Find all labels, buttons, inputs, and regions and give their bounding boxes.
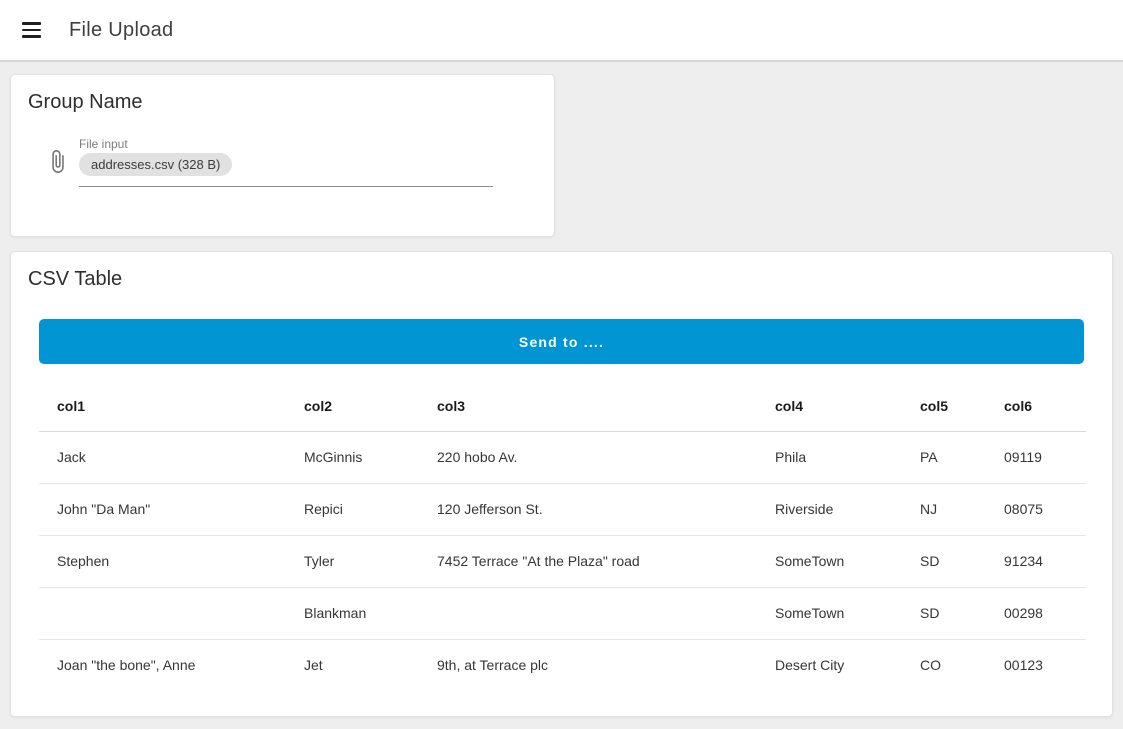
app-bar: File Upload (0, 0, 1123, 62)
send-to-button[interactable]: Send to .... (39, 319, 1084, 364)
table-cell (39, 587, 286, 639)
paperclip-icon (45, 149, 70, 174)
csv-table-card: CSV Table Send to .... col1col2col3col4c… (10, 251, 1113, 717)
table-cell: Joan "the bone", Anne (39, 639, 286, 691)
table-cell: 120 Jefferson St. (419, 483, 757, 535)
table-row: John "Da Man"Repici120 Jefferson St.Rive… (39, 483, 1086, 535)
table-cell: Repici (286, 483, 419, 535)
file-input-label: File input (79, 137, 493, 151)
table-cell: NJ (902, 483, 986, 535)
csv-table: col1col2col3col4col5col6 JackMcGinnis220… (39, 381, 1086, 691)
table-cell: 00298 (986, 587, 1086, 639)
table-cell: CO (902, 639, 986, 691)
table-row: JackMcGinnis220 hobo Av.PhilaPA09119 (39, 431, 1086, 483)
table-cell: Jack (39, 431, 286, 483)
table-cell: PA (902, 431, 986, 483)
table-cell: 7452 Terrace "At the Plaza" road (419, 535, 757, 587)
column-header: col1 (39, 381, 286, 431)
table-cell: 9th, at Terrace plc (419, 639, 757, 691)
table-cell: 00123 (986, 639, 1086, 691)
table-cell: SomeTown (757, 587, 902, 639)
table-cell: 91234 (986, 535, 1086, 587)
table-cell: McGinnis (286, 431, 419, 483)
file-input[interactable]: File input addresses.csv (328 B) (11, 137, 554, 187)
column-header: col2 (286, 381, 419, 431)
table-cell: SD (902, 587, 986, 639)
table-cell: Blankman (286, 587, 419, 639)
group-name-card-title: Group Name (11, 75, 554, 114)
csv-table-card-title: CSV Table (11, 252, 1112, 291)
column-header: col5 (902, 381, 986, 431)
table-cell: Stephen (39, 535, 286, 587)
file-input-underline (79, 186, 493, 187)
table-row: Joan "the bone", AnneJet9th, at Terrace … (39, 639, 1086, 691)
table-body-rows: JackMcGinnis220 hobo Av.PhilaPA09119John… (39, 431, 1086, 691)
table-cell: Jet (286, 639, 419, 691)
group-name-card: Group Name File input addresses.csv (328… (10, 74, 555, 237)
table-header-row: col1col2col3col4col5col6 (39, 381, 1086, 431)
table-cell: Riverside (757, 483, 902, 535)
table-cell (419, 587, 757, 639)
table-cell: Tyler (286, 535, 419, 587)
table-row: Blankman SomeTownSD00298 (39, 587, 1086, 639)
file-chip[interactable]: addresses.csv (328 B) (79, 153, 232, 176)
table-cell: Phila (757, 431, 902, 483)
page-title: File Upload (69, 19, 173, 42)
table-cell: John "Da Man" (39, 483, 286, 535)
hamburger-icon[interactable] (22, 22, 42, 38)
table-cell: SomeTown (757, 535, 902, 587)
table-cell: SD (902, 535, 986, 587)
csv-table-body: Send to .... col1col2col3col4col5col6 Ja… (11, 319, 1112, 691)
file-input-control: File input addresses.csv (328 B) (79, 137, 493, 187)
table-cell: 08075 (986, 483, 1086, 535)
table-cell: 220 hobo Av. (419, 431, 757, 483)
column-header: col4 (757, 381, 902, 431)
table-cell: 09119 (986, 431, 1086, 483)
column-header: col6 (986, 381, 1086, 431)
table-cell: Desert City (757, 639, 902, 691)
table-row: StephenTyler7452 Terrace "At the Plaza" … (39, 535, 1086, 587)
column-header: col3 (419, 381, 757, 431)
